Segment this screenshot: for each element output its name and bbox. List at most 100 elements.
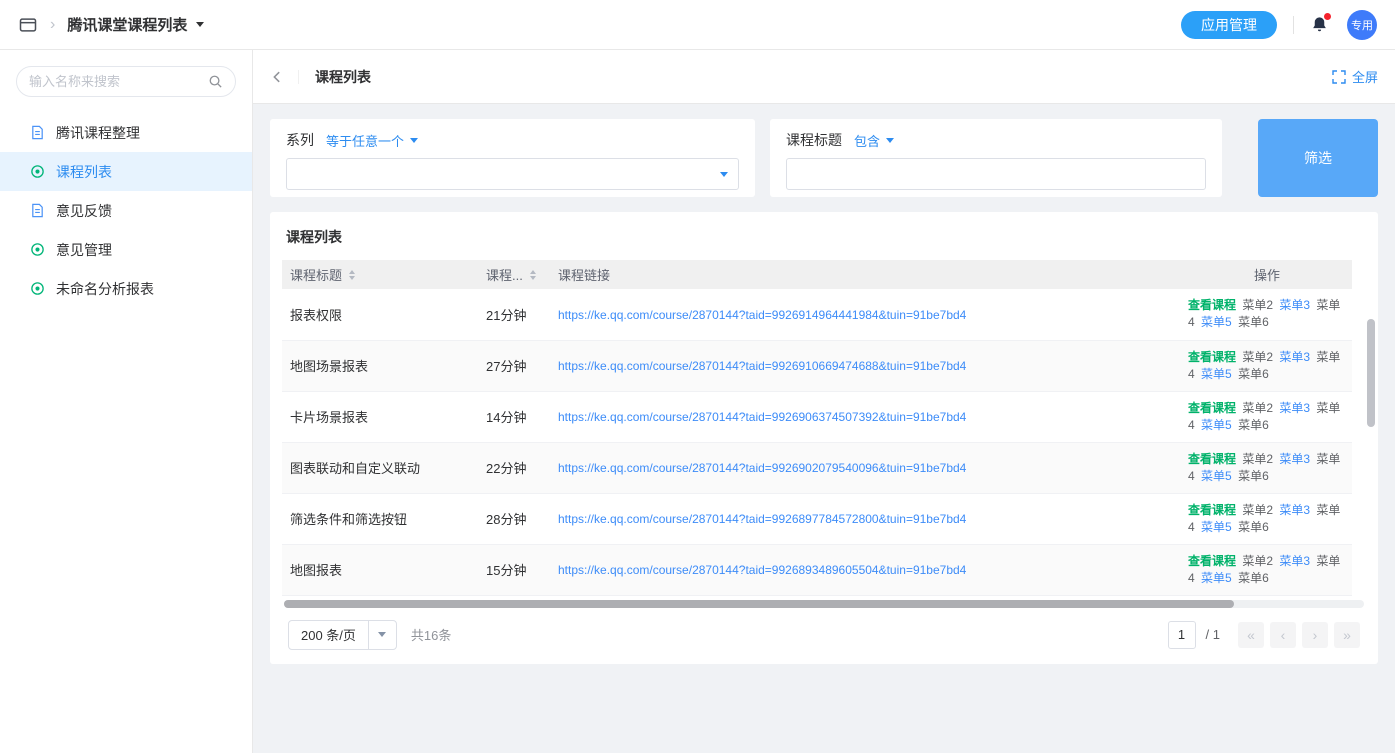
vertical-scrollbar-thumb[interactable] (1367, 319, 1375, 427)
course-table: 课程标题 课程... 课程链接 操作 (282, 260, 1352, 596)
page-title: 课程列表 (315, 67, 371, 87)
row-action[interactable]: 菜单3 (1279, 298, 1310, 312)
last-page-button[interactable]: » (1334, 622, 1360, 648)
series-operator-dropdown[interactable]: 等于任意一个 (326, 131, 418, 150)
row-action[interactable]: 菜单2 (1242, 554, 1273, 568)
row-action[interactable]: 菜单6 (1238, 520, 1269, 534)
row-action[interactable]: 查看课程 (1188, 554, 1236, 568)
divider (1293, 16, 1294, 34)
table-row: 报表权限21分钟https://ke.qq.com/course/2870144… (282, 289, 1352, 340)
course-link-cell: https://ke.qq.com/course/2870144?taid=99… (550, 544, 1182, 595)
row-action[interactable]: 菜单5 (1201, 418, 1232, 432)
course-link[interactable]: https://ke.qq.com/course/2870144?taid=99… (558, 512, 966, 526)
fullscreen-icon (1332, 70, 1346, 84)
page-size-select[interactable]: 200 条/页 (288, 620, 397, 650)
horizontal-scrollbar-thumb[interactable] (284, 600, 1234, 608)
notifications-button[interactable] (1310, 15, 1329, 34)
sort-icon[interactable] (530, 270, 536, 280)
row-action[interactable]: 菜单6 (1238, 571, 1269, 585)
sort-icon[interactable] (349, 270, 355, 280)
course-link[interactable]: https://ke.qq.com/course/2870144?taid=99… (558, 410, 966, 424)
row-action[interactable]: 菜单5 (1201, 367, 1232, 381)
search-icon[interactable] (208, 74, 223, 89)
course-duration-cell: 22分钟 (478, 442, 550, 493)
course-link-cell: https://ke.qq.com/course/2870144?taid=99… (550, 289, 1182, 340)
sidebar-item-label: 课程列表 (56, 162, 112, 182)
chevron-down-icon (196, 22, 204, 27)
prev-page-button[interactable]: ‹ (1270, 622, 1296, 648)
row-action[interactable]: 菜单2 (1242, 298, 1273, 312)
row-action[interactable]: 菜单2 (1242, 350, 1273, 364)
row-action[interactable]: 菜单5 (1201, 571, 1232, 585)
page-count: / 1 (1206, 627, 1220, 642)
row-action[interactable]: 查看课程 (1188, 350, 1236, 364)
sidebar-item[interactable]: 意见反馈 (0, 191, 252, 230)
row-action[interactable]: 查看课程 (1188, 401, 1236, 415)
row-action[interactable]: 菜单3 (1279, 452, 1310, 466)
course-title-cell: 筛选条件和筛选按钮 (282, 493, 478, 544)
series-operator-label: 等于任意一个 (326, 131, 404, 150)
row-action[interactable]: 菜单3 (1279, 350, 1310, 364)
row-action[interactable]: 菜单2 (1242, 401, 1273, 415)
fullscreen-button[interactable]: 全屏 (1332, 67, 1378, 86)
course-link[interactable]: https://ke.qq.com/course/2870144?taid=99… (558, 563, 966, 577)
row-action[interactable]: 菜单2 (1242, 503, 1273, 517)
sidebar-item-label: 腾讯课程整理 (56, 123, 140, 143)
first-page-button[interactable]: « (1238, 622, 1264, 648)
course-title-filter-input[interactable] (786, 158, 1206, 190)
row-action[interactable]: 查看课程 (1188, 298, 1236, 312)
filter-submit-button[interactable]: 筛选 (1258, 119, 1378, 197)
row-action[interactable]: 菜单6 (1238, 418, 1269, 432)
course-link[interactable]: https://ke.qq.com/course/2870144?taid=99… (558, 308, 966, 322)
app-manage-button[interactable]: 应用管理 (1181, 11, 1277, 39)
vertical-scrollbar[interactable] (1367, 287, 1375, 623)
course-title-operator-dropdown[interactable]: 包含 (854, 131, 894, 150)
filter-card-series: 系列 等于任意一个 (270, 119, 755, 197)
sidebar-search[interactable] (16, 66, 236, 97)
row-action[interactable]: 菜单6 (1238, 367, 1269, 381)
page-number-input[interactable] (1168, 621, 1196, 649)
row-action[interactable]: 菜单5 (1201, 315, 1232, 329)
filter-row: 系列 等于任意一个 课程标题 包含 (270, 119, 1378, 197)
row-action[interactable]: 菜单5 (1201, 520, 1232, 534)
avatar[interactable]: 专用 (1347, 10, 1377, 40)
sidebar-item-label: 意见反馈 (56, 201, 112, 221)
series-filter-label: 系列 (286, 130, 314, 150)
sidebar-item[interactable]: 未命名分析报表 (0, 269, 252, 308)
sidebar-item[interactable]: 腾讯课程整理 (0, 113, 252, 152)
main-header: 课程列表 全屏 (253, 50, 1395, 104)
filter-card-course-title: 课程标题 包含 (770, 119, 1222, 197)
back-button[interactable] (270, 70, 299, 84)
row-action[interactable]: 菜单3 (1279, 503, 1310, 517)
row-action[interactable]: 菜单6 (1238, 469, 1269, 483)
course-link[interactable]: https://ke.qq.com/course/2870144?taid=99… (558, 461, 966, 475)
series-select[interactable] (286, 158, 739, 190)
course-table-body: 报表权限21分钟https://ke.qq.com/course/2870144… (282, 289, 1352, 595)
row-action[interactable]: 菜单3 (1279, 401, 1310, 415)
sidebar-item-label: 意见管理 (56, 240, 112, 260)
row-action[interactable]: 查看课程 (1188, 503, 1236, 517)
course-link[interactable]: https://ke.qq.com/course/2870144?taid=99… (558, 359, 966, 373)
table-row: 图表联动和自定义联动22分钟https://ke.qq.com/course/2… (282, 442, 1352, 493)
row-action[interactable]: 菜单2 (1242, 452, 1273, 466)
horizontal-scrollbar[interactable] (284, 600, 1364, 608)
workspace-switcher[interactable]: 腾讯课堂课程列表 (67, 14, 204, 35)
main: 课程列表 全屏 系列 等于任意一个 (253, 50, 1395, 753)
next-page-button[interactable]: › (1302, 622, 1328, 648)
row-action[interactable]: 菜单6 (1238, 315, 1269, 329)
row-action[interactable]: 菜单5 (1201, 469, 1232, 483)
row-action[interactable]: 查看课程 (1188, 452, 1236, 466)
sidebar: 腾讯课程整理课程列表意见反馈意见管理未命名分析报表 (0, 50, 253, 753)
app-window-icon[interactable] (18, 15, 38, 35)
course-duration-cell: 15分钟 (478, 544, 550, 595)
table-title: 课程列表 (282, 212, 1366, 260)
course-title-operator-label: 包含 (854, 131, 880, 150)
sidebar-item[interactable]: 课程列表 (0, 152, 252, 191)
chevron-down-icon (886, 138, 894, 143)
total-count: 共16条 (411, 625, 451, 644)
course-title-cell: 地图报表 (282, 544, 478, 595)
chevron-down-icon (368, 621, 396, 649)
search-input[interactable] (29, 74, 208, 89)
sidebar-item[interactable]: 意见管理 (0, 230, 252, 269)
row-action[interactable]: 菜单3 (1279, 554, 1310, 568)
